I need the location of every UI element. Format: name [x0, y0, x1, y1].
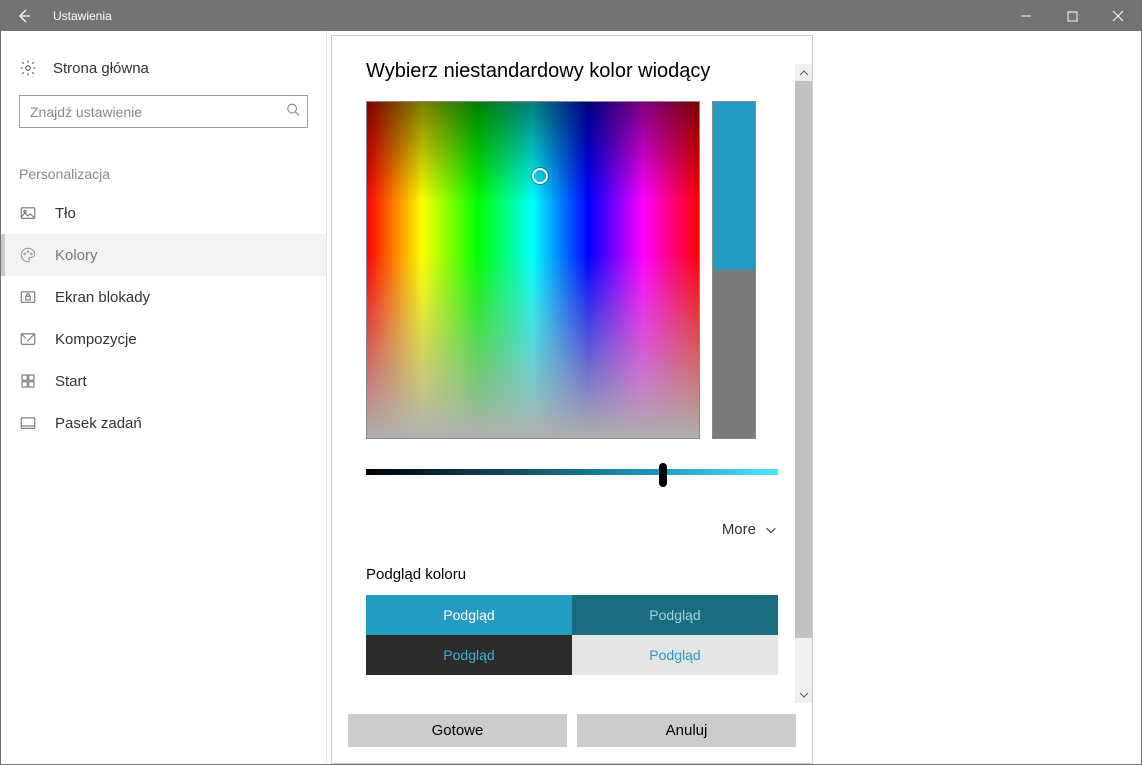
gear-icon: [19, 59, 37, 77]
preview-section-label: Podgląd koloru: [366, 566, 778, 583]
preview-cell-dark-accent: Podgląd: [572, 595, 778, 635]
sidebar-section-label: Personalizacja: [1, 136, 326, 192]
chevron-down-icon: [799, 690, 809, 700]
start-icon: [19, 372, 37, 390]
done-button[interactable]: Gotowe: [348, 714, 567, 747]
scroll-up-button[interactable]: [795, 64, 812, 81]
chevron-down-icon: [764, 523, 778, 537]
sidebar-item-colors[interactable]: Kolory: [1, 234, 326, 276]
sidebar-item-label: Kompozycje: [55, 331, 137, 348]
hue-sat-field[interactable]: [366, 101, 700, 439]
sidebar-item-label: Ekran blokady: [55, 289, 150, 306]
scroll-track[interactable]: [795, 81, 812, 686]
sidebar-item-label: Pasek zadań: [55, 415, 142, 432]
preview-grid: Podgląd Podgląd Podgląd Podgląd: [366, 595, 778, 675]
palette-icon: [19, 246, 37, 264]
sidebar-item-start[interactable]: Start: [1, 360, 326, 402]
preview-selected-color: [713, 102, 755, 270]
sidebar-item-taskbar[interactable]: Pasek zadań: [1, 402, 326, 444]
value-track: [366, 469, 778, 475]
image-icon: [19, 204, 37, 222]
window-controls: [1003, 1, 1141, 31]
blank-area: [813, 31, 1141, 764]
content-area: Wybierz niestandardowy kolor wiodący: [327, 31, 1141, 764]
arrow-left-icon: [16, 8, 32, 24]
value-slider[interactable]: [366, 469, 778, 481]
chevron-up-icon: [799, 68, 809, 78]
color-picker-panel: Wybierz niestandardowy kolor wiodący: [331, 35, 813, 764]
minimize-button[interactable]: [1003, 1, 1049, 31]
preview-neutral-color: [713, 270, 755, 438]
titlebar-left: Ustawienia: [1, 1, 112, 31]
hue-sat-cursor[interactable]: [532, 168, 548, 184]
preview-cell-light-accent: Podgląd: [366, 595, 572, 635]
search-wrap: [1, 87, 326, 136]
lockscreen-icon: [19, 288, 37, 306]
sidebar-item-label: Kolory: [55, 247, 98, 264]
more-toggle[interactable]: More: [366, 521, 778, 538]
window-body: Strona główna Personalizacja Tło: [1, 31, 1141, 764]
preview-cell-light-bg: Podgląd: [572, 635, 778, 675]
sidebar: Strona główna Personalizacja Tło: [1, 31, 327, 764]
search-icon: [286, 102, 300, 121]
sidebar-item-themes[interactable]: Kompozycje: [1, 318, 326, 360]
close-icon: [1112, 10, 1124, 22]
scroll-down-button[interactable]: [795, 686, 812, 703]
sidebar-home[interactable]: Strona główna: [1, 49, 326, 87]
sidebar-item-lockscreen[interactable]: Ekran blokady: [1, 276, 326, 318]
sidebar-item-label: Tło: [55, 205, 76, 222]
value-thumb[interactable]: [659, 463, 667, 487]
maximize-button[interactable]: [1049, 1, 1095, 31]
picker-title: Wybierz niestandardowy kolor wiodący: [366, 60, 778, 83]
cancel-button[interactable]: Anuluj: [577, 714, 796, 747]
themes-icon: [19, 330, 37, 348]
search-input[interactable]: [19, 95, 308, 128]
scroll-thumb[interactable]: [795, 81, 812, 638]
picker-row: [366, 101, 778, 439]
scrollbar[interactable]: [795, 64, 812, 703]
sidebar-item-background[interactable]: Tło: [1, 192, 326, 234]
close-button[interactable]: [1095, 1, 1141, 31]
taskbar-icon: [19, 414, 37, 432]
maximize-icon: [1067, 11, 1078, 22]
minimize-icon: [1020, 10, 1032, 22]
sidebar-home-label: Strona główna: [53, 60, 149, 77]
titlebar: Ustawienia: [1, 1, 1141, 31]
settings-window: Ustawienia Strona główna: [0, 0, 1142, 765]
preview-column: [712, 101, 756, 439]
back-button[interactable]: [1, 8, 47, 24]
more-label: More: [722, 521, 756, 538]
picker-footer: Gotowe Anuluj: [332, 702, 812, 763]
picker-scroll-area: Wybierz niestandardowy kolor wiodący: [332, 36, 812, 702]
window-title: Ustawienia: [47, 9, 112, 23]
preview-cell-dark-bg: Podgląd: [366, 635, 572, 675]
sidebar-item-label: Start: [55, 373, 87, 390]
